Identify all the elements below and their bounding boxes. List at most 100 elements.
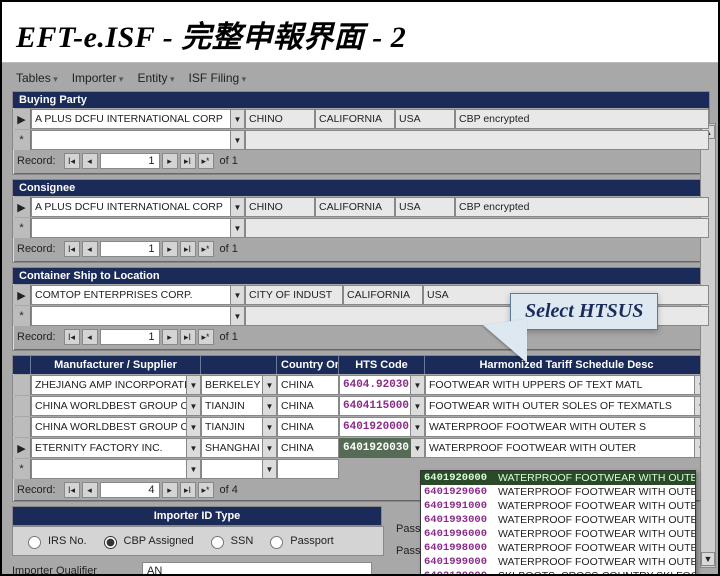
nav-next-icon[interactable]: ▸ <box>162 153 178 169</box>
city[interactable]: SHANGHAI <box>201 438 263 458</box>
hts-desc[interactable]: FOOTWEAR WITH OUTER SOLES OF TEXMATLS <box>425 396 695 416</box>
row-marker-icon <box>13 417 31 437</box>
nav-prev-icon[interactable]: ◂ <box>82 153 98 169</box>
new-row-icon[interactable]: * <box>13 218 31 238</box>
nav-last-icon[interactable]: ▸I <box>180 329 196 345</box>
hts-option-desc: WATERPROOF FOOTWEAR WITH OUTER SOLES AND <box>498 472 695 484</box>
shipto-name[interactable]: COMTOP ENTERPRISES CORP. <box>31 285 231 305</box>
dropdown-icon[interactable]: ▼ <box>187 396 201 416</box>
city[interactable]: TIANJIN <box>201 417 263 437</box>
nav-new-icon[interactable]: ▸* <box>198 329 214 345</box>
dropdown-icon[interactable]: ▼ <box>411 438 425 458</box>
scroll-down-icon[interactable]: ▼ <box>701 552 715 566</box>
dropdown-icon[interactable]: ▼ <box>411 375 425 395</box>
country-origin[interactable]: CHINA <box>277 417 339 437</box>
nav-first-icon[interactable]: I◂ <box>64 153 80 169</box>
hts-option-desc: SKI-BOOTS, CROSS-COUNTRY SKI FOOTWEAR AN… <box>498 570 695 574</box>
manufacturer[interactable]: CHINA WORLDBEST GROUP C <box>31 396 187 416</box>
dropdown-icon[interactable]: ▼ <box>263 375 277 395</box>
vertical-scrollbar[interactable]: ▲ ▼ <box>700 123 716 568</box>
dropdown-icon[interactable]: ▼ <box>187 375 201 395</box>
buying-name[interactable]: A PLUS DCFU INTERNATIONAL CORP <box>31 109 231 129</box>
nav-new-icon[interactable]: ▸* <box>198 482 214 498</box>
hts-option[interactable]: 6401996000WATERPROOF FOOTWEAR WITH OUTER… <box>421 527 695 541</box>
new-row-icon[interactable]: * <box>13 459 31 479</box>
radio-cbp[interactable]: CBP Assigned <box>99 533 194 549</box>
hts-desc[interactable]: WATERPROOF FOOTWEAR WITH OUTER S <box>425 417 695 437</box>
dropdown-icon[interactable]: ▼ <box>411 417 425 437</box>
hts-code[interactable]: 6404.92030 <box>339 375 411 395</box>
hts-option[interactable]: 6401991000WATERPROOF FOOTWEAR WITH OUTER… <box>421 499 695 513</box>
new-entry[interactable] <box>31 306 231 326</box>
country-origin[interactable]: CHINA <box>277 438 339 458</box>
hts-option-code: 6401991000 <box>424 500 498 512</box>
nav-next-icon[interactable]: ▸ <box>162 241 178 257</box>
menu-tables[interactable]: Tables <box>16 71 58 85</box>
dropdown-icon[interactable]: ▼ <box>263 438 277 458</box>
menu-entity[interactable]: Entity <box>137 71 174 85</box>
nav-next-icon[interactable]: ▸ <box>162 482 178 498</box>
city[interactable]: BERKELEY <box>201 375 263 395</box>
nav-first-icon[interactable]: I◂ <box>64 482 80 498</box>
dropdown-icon[interactable]: ▼ <box>411 396 425 416</box>
country-origin[interactable]: CHINA <box>277 375 339 395</box>
hts-code[interactable]: 6401920000 <box>339 417 411 437</box>
hts-option[interactable]: 6401920000WATERPROOF FOOTWEAR WITH OUTER… <box>421 471 695 485</box>
hts-desc[interactable]: FOOTWEAR WITH UPPERS OF TEXT MATL <box>425 375 695 395</box>
hts-desc[interactable]: WATERPROOF FOOTWEAR WITH OUTER <box>425 438 695 458</box>
qualifier-input[interactable]: AN <box>142 562 372 574</box>
hts-option[interactable]: 6401929060WATERPROOF FOOTWEAR WITH OUTER… <box>421 485 695 499</box>
hts-dropdown-list[interactable]: 6401920000WATERPROOF FOOTWEAR WITH OUTER… <box>420 470 696 574</box>
select-htsus-tooltip: Select HTSUS <box>510 293 658 330</box>
record-current[interactable]: 1 <box>100 153 160 169</box>
dropdown-icon[interactable]: ▼ <box>263 396 277 416</box>
radio-ssn[interactable]: SSN <box>206 533 254 549</box>
new-row-icon[interactable]: * <box>13 130 31 150</box>
consignee-name[interactable]: A PLUS DCFU INTERNATIONAL CORP <box>31 197 231 217</box>
hts-option-desc: WATERPROOF FOOTWEAR WITH OUTER SOLES AND <box>498 556 695 568</box>
nav-first-icon[interactable]: I◂ <box>64 241 80 257</box>
menu-isf[interactable]: ISF Filing <box>188 71 246 85</box>
hts-code[interactable]: 6401920030 <box>339 438 411 458</box>
dropdown-icon[interactable]: ▼ <box>231 285 245 305</box>
manufacturer[interactable]: CHINA WORLDBEST GROUP C <box>31 417 187 437</box>
record-current[interactable]: 1 <box>100 329 160 345</box>
dropdown-icon[interactable]: ▼ <box>231 197 245 217</box>
hts-option[interactable]: 6401999000WATERPROOF FOOTWEAR WITH OUTER… <box>421 555 695 569</box>
new-entry[interactable] <box>31 130 231 150</box>
hts-code[interactable]: 6404115000 <box>339 396 411 416</box>
manufacturer[interactable]: ETERNITY FACTORY INC. <box>31 438 187 458</box>
dropdown-icon[interactable]: ▼ <box>231 130 245 150</box>
nav-new-icon[interactable]: ▸* <box>198 241 214 257</box>
hts-option[interactable]: 6401998000WATERPROOF FOOTWEAR WITH OUTER… <box>421 541 695 555</box>
nav-new-icon[interactable]: ▸* <box>198 153 214 169</box>
nav-first-icon[interactable]: I◂ <box>64 329 80 345</box>
dropdown-icon[interactable]: ▼ <box>231 109 245 129</box>
hts-option[interactable]: 6402120000SKI-BOOTS, CROSS-COUNTRY SKI F… <box>421 569 695 574</box>
hts-option[interactable]: 6401993000WATERPROOF FOOTWEAR WITH OUTER… <box>421 513 695 527</box>
radio-passport[interactable]: Passport <box>265 533 333 549</box>
dropdown-icon[interactable]: ▼ <box>263 417 277 437</box>
nav-last-icon[interactable]: ▸I <box>180 153 196 169</box>
new-entry[interactable] <box>31 218 231 238</box>
record-current[interactable]: 4 <box>100 482 160 498</box>
nav-prev-icon[interactable]: ◂ <box>82 329 98 345</box>
row-marker-icon: ▶ <box>13 285 31 305</box>
nav-prev-icon[interactable]: ◂ <box>82 241 98 257</box>
dropdown-icon[interactable]: ▼ <box>187 417 201 437</box>
menu-importer[interactable]: Importer <box>72 71 124 85</box>
nav-prev-icon[interactable]: ◂ <box>82 482 98 498</box>
nav-next-icon[interactable]: ▸ <box>162 329 178 345</box>
dropdown-icon[interactable]: ▼ <box>187 438 201 458</box>
manufacturer[interactable]: ZHEJIANG AMP INCORPORATI <box>31 375 187 395</box>
city[interactable]: TIANJIN <box>201 396 263 416</box>
record-current[interactable]: 1 <box>100 241 160 257</box>
new-row-icon[interactable]: * <box>13 306 31 326</box>
nav-last-icon[interactable]: ▸I <box>180 482 196 498</box>
country-origin[interactable]: CHINA <box>277 396 339 416</box>
hts-option-desc: WATERPROOF FOOTWEAR WITH OUTER SOLES AND <box>498 542 695 554</box>
dropdown-icon[interactable]: ▼ <box>231 218 245 238</box>
dropdown-icon[interactable]: ▼ <box>231 306 245 326</box>
nav-last-icon[interactable]: ▸I <box>180 241 196 257</box>
radio-irs[interactable]: IRS No. <box>23 533 87 549</box>
